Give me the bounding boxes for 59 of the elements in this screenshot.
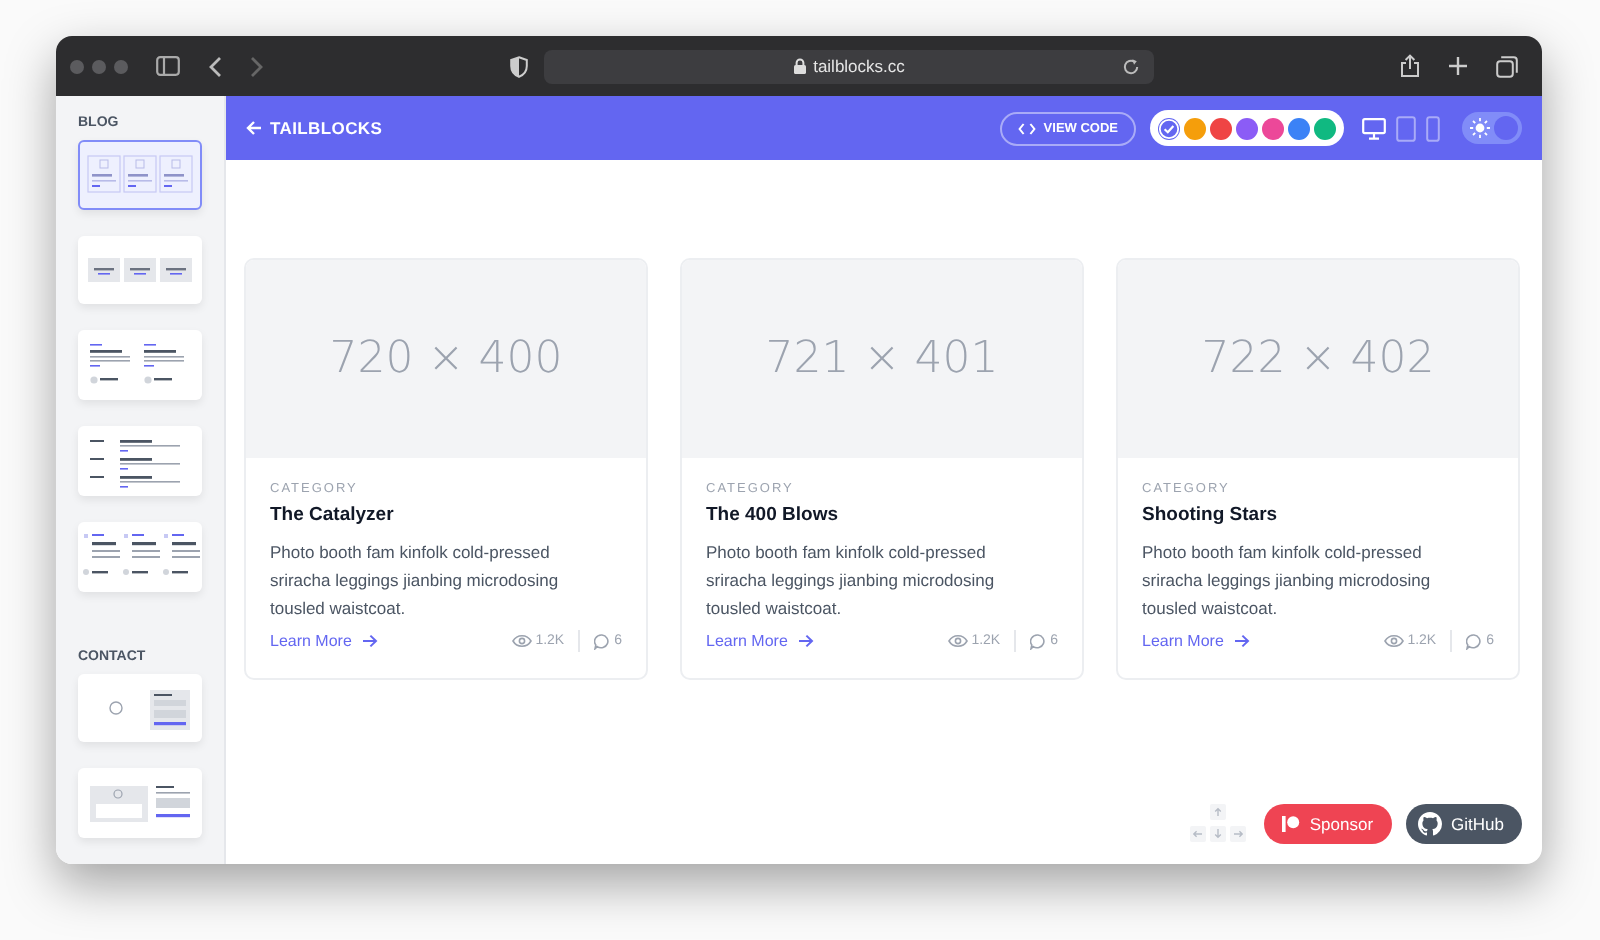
template-thumbnail[interactable] — [78, 673, 202, 743]
template-thumbnail[interactable] — [78, 768, 202, 839]
arrow-right-icon — [797, 634, 814, 648]
image-size-label: 721 × 401 — [765, 334, 999, 384]
card-title: The 400 Blows — [706, 504, 840, 526]
theme-toggle[interactable] — [1462, 112, 1522, 144]
image-size-label: 722 × 402 — [1201, 334, 1435, 384]
back-arrow-icon — [246, 120, 262, 136]
eye-icon — [947, 634, 968, 648]
template-thumbnail[interactable] — [78, 521, 202, 592]
sidebar-toggle-icon[interactable] — [156, 56, 180, 76]
template-thumbnail[interactable] — [78, 330, 202, 401]
eye-icon — [511, 634, 532, 648]
color-swatch[interactable] — [1288, 117, 1310, 139]
lock-icon — [793, 58, 806, 74]
phone-icon[interactable] — [1426, 115, 1440, 141]
color-swatch[interactable] — [1158, 117, 1180, 139]
check-icon — [1158, 117, 1180, 139]
learn-more-link[interactable]: Learn More — [270, 632, 378, 650]
address-bar[interactable]: tailblocks.cc — [544, 49, 1154, 83]
github-icon — [1417, 812, 1442, 836]
github-button[interactable]: GitHub — [1405, 804, 1522, 844]
comment-icon — [1466, 633, 1483, 649]
comment-icon — [594, 633, 611, 649]
forward-icon[interactable] — [250, 55, 264, 77]
card-description: Photo booth fam kinfolk cold-pressed sriracha leggings jianbing microdosing tousled waistcoat. — [1142, 540, 1433, 622]
back-icon[interactable] — [208, 55, 222, 77]
color-swatch[interactable] — [1314, 117, 1336, 139]
back-link[interactable]: TAILBLOCKS — [246, 118, 383, 138]
comment-icon — [1030, 633, 1047, 649]
learn-more-link[interactable]: Learn More — [1142, 632, 1250, 650]
template-thumbnail[interactable] — [78, 235, 202, 305]
color-swatch[interactable] — [1210, 117, 1232, 139]
image-size-label: 720 × 400 — [329, 334, 563, 384]
share-icon[interactable] — [1400, 54, 1420, 78]
sun-icon — [1470, 118, 1490, 138]
code-icon — [1017, 121, 1036, 135]
eye-icon — [1383, 634, 1404, 648]
tablet-icon[interactable] — [1396, 115, 1416, 141]
color-swatch[interactable] — [1236, 117, 1258, 139]
template-thumbnail[interactable] — [78, 140, 202, 210]
color-swatch[interactable] — [1262, 117, 1284, 139]
tabs-overview-icon[interactable] — [1496, 55, 1518, 77]
learn-more-link[interactable]: Learn More — [706, 632, 814, 650]
arrow-right-icon — [361, 634, 378, 648]
card-description: Photo booth fam kinfolk cold-pressed sriracha leggings jianbing microdosing tousled waistcoat. — [706, 540, 997, 622]
arrow-right-icon — [1233, 634, 1250, 648]
card-title: The Catalyzer — [270, 504, 396, 526]
sponsor-button[interactable]: Sponsor — [1263, 804, 1392, 844]
shield-icon[interactable] — [510, 55, 528, 77]
desktop-icon[interactable] — [1362, 117, 1386, 139]
card-title: Shooting Stars — [1142, 504, 1280, 526]
arrow-keys-drawing — [1187, 804, 1248, 844]
reload-icon[interactable] — [1122, 57, 1140, 75]
url-text: tailblocks.cc — [813, 56, 905, 76]
new-tab-icon[interactable] — [1448, 56, 1468, 76]
color-swatch[interactable] — [1184, 117, 1206, 139]
card-description: Photo booth fam kinfolk cold-pressed sriracha leggings jianbing microdosing tousled waistcoat. — [270, 540, 561, 622]
template-thumbnail[interactable] — [78, 426, 202, 496]
